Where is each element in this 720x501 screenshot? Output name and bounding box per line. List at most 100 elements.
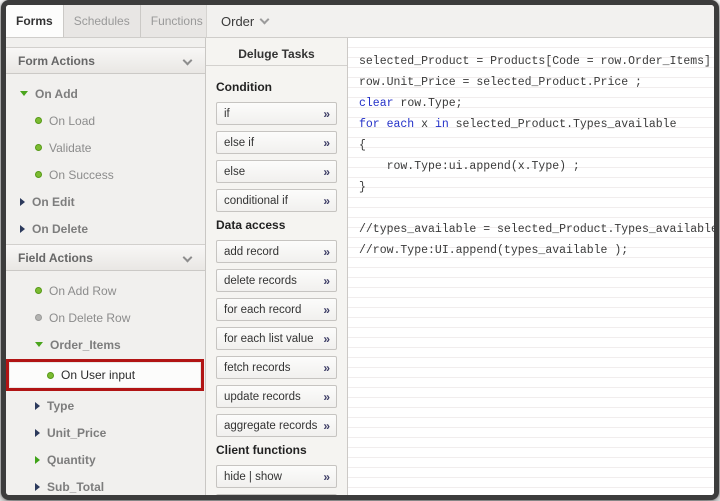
task-button-enable-disable[interactable]: enable | disable» bbox=[216, 494, 337, 495]
tree-item-label: On Load bbox=[49, 114, 95, 128]
tree-item-on-edit[interactable]: On Edit bbox=[6, 188, 205, 215]
actions-sidebar: Form Actions On Add On Load Validate On Succ… bbox=[6, 38, 206, 495]
double-arrow-icon: » bbox=[323, 136, 329, 150]
double-arrow-icon: » bbox=[323, 245, 329, 259]
code-text: selected_Product.Types_available bbox=[449, 118, 677, 131]
tree-item-sub_total[interactable]: Sub_Total bbox=[6, 473, 205, 495]
bullet-icon bbox=[35, 171, 42, 178]
task-group-data-access: Data access bbox=[216, 218, 337, 232]
task-button-update-records[interactable]: update records» bbox=[216, 385, 337, 408]
triangle-right-icon bbox=[20, 198, 25, 206]
triangle-down-icon bbox=[20, 91, 28, 96]
tree-item-on-user-input[interactable]: On User input bbox=[6, 359, 204, 391]
section-header-form-actions[interactable]: Form Actions bbox=[6, 47, 205, 74]
tree-item-label: Validate bbox=[49, 141, 91, 155]
tree-item-on-load[interactable]: On Load bbox=[6, 107, 205, 134]
tab-schedules[interactable]: Schedules bbox=[64, 5, 141, 37]
task-button-if[interactable]: if» bbox=[216, 102, 337, 125]
task-button-label: aggregate records bbox=[224, 420, 317, 432]
chevron-down-icon bbox=[183, 56, 193, 66]
task-button-for-each-record[interactable]: for each record » bbox=[216, 298, 337, 321]
order-menu-label: Order bbox=[221, 14, 254, 29]
code-keyword: for each bbox=[359, 118, 414, 131]
deluge-tasks-title: Deluge Tasks bbox=[206, 42, 347, 66]
task-button-label: conditional if bbox=[224, 195, 288, 207]
tree-item-label: On Success bbox=[49, 168, 114, 182]
code-keyword: in bbox=[435, 118, 449, 131]
code-text: row.Type; bbox=[394, 97, 463, 110]
triangle-right-icon bbox=[35, 402, 40, 410]
double-arrow-icon: » bbox=[323, 165, 329, 179]
tree-item-quantity[interactable]: Quantity bbox=[6, 446, 205, 473]
task-button-delete-records[interactable]: delete records» bbox=[216, 269, 337, 292]
task-button-label: delete records bbox=[224, 275, 297, 287]
triangle-right-icon bbox=[35, 429, 40, 437]
tree-item-on-success[interactable]: On Success bbox=[6, 161, 205, 188]
tree-item-on-add-row[interactable]: On Add Row bbox=[6, 277, 205, 304]
code-line: //types_available = selected_Product.Typ… bbox=[359, 219, 714, 240]
chevron-down-icon bbox=[260, 14, 270, 24]
tree-item-label: Sub_Total bbox=[47, 480, 104, 494]
code-text: row.Type:ui.append(x.Type) ; bbox=[359, 160, 580, 173]
task-button-fetch-records[interactable]: fetch records» bbox=[216, 356, 337, 379]
code-line: //row.Type:UI.append(types_available ); bbox=[359, 240, 714, 261]
triangle-right-icon bbox=[20, 225, 25, 233]
tree-item-on-add[interactable]: On Add bbox=[6, 80, 205, 107]
task-button-label: if bbox=[224, 108, 230, 120]
double-arrow-icon: » bbox=[323, 194, 329, 208]
code-line: row.Type:ui.append(x.Type) ; bbox=[359, 156, 714, 177]
tree-item-order_items[interactable]: Order_Items bbox=[6, 331, 205, 358]
task-button-aggregate-records[interactable]: aggregate records » bbox=[216, 414, 337, 437]
section-title: Form Actions bbox=[18, 54, 95, 68]
triangle-right-icon bbox=[35, 456, 40, 464]
task-group-condition: Condition bbox=[216, 80, 337, 94]
task-button-label: for each record bbox=[224, 304, 301, 316]
top-bar: FormsSchedulesFunctions Order bbox=[6, 5, 714, 38]
tree-item-label: On Delete bbox=[32, 222, 88, 236]
tree-item-type[interactable]: Type bbox=[6, 392, 205, 419]
task-button-add-record[interactable]: add record» bbox=[216, 240, 337, 263]
tab-forms[interactable]: Forms bbox=[6, 5, 64, 37]
task-button-label: update records bbox=[224, 391, 301, 403]
task-button-for-each-list-value[interactable]: for each list value» bbox=[216, 327, 337, 350]
code-editor[interactable]: selected_Product = Products[Code = row.O… bbox=[348, 38, 714, 495]
task-button-label: else if bbox=[224, 137, 254, 149]
deluge-tasks-body: Conditionif»else if»else»conditional if»… bbox=[206, 66, 347, 495]
code-line: for each x in selected_Product.Types_ava… bbox=[359, 114, 714, 135]
code-text: { bbox=[359, 139, 366, 152]
tree-item-unit_price[interactable]: Unit_Price bbox=[6, 419, 205, 446]
tree-item-validate[interactable]: Validate bbox=[6, 134, 205, 161]
task-button-conditional-if[interactable]: conditional if » bbox=[216, 189, 337, 212]
code-text: } bbox=[359, 181, 366, 194]
section-tree: On Add Row On Delete Row Order_Items On Use… bbox=[6, 271, 205, 495]
bullet-icon bbox=[35, 144, 42, 151]
tree-item-label: On Add Row bbox=[49, 284, 116, 298]
triangle-right-icon bbox=[35, 483, 40, 491]
task-button-else[interactable]: else» bbox=[216, 160, 337, 183]
main-area: Form Actions On Add On Load Validate On Succ… bbox=[6, 38, 714, 495]
code-line: row.Unit_Price = selected_Product.Price … bbox=[359, 72, 714, 93]
tree-item-label: On Delete Row bbox=[49, 311, 130, 325]
code-text: selected_Product = Products[Code = row.O… bbox=[359, 55, 714, 68]
code-keyword: clear bbox=[359, 97, 394, 110]
code-line: { bbox=[359, 135, 714, 156]
tab-functions[interactable]: Functions bbox=[141, 5, 214, 37]
bullet-icon bbox=[35, 117, 42, 124]
code-line: selected_Product = Products[Code = row.O… bbox=[359, 51, 714, 72]
code-line: clear row.Type; bbox=[359, 93, 714, 114]
task-button-else-if[interactable]: else if » bbox=[216, 131, 337, 154]
tree-item-label: On User input bbox=[61, 368, 135, 382]
code-line: } bbox=[359, 177, 714, 198]
double-arrow-icon: » bbox=[323, 419, 329, 433]
double-arrow-icon: » bbox=[323, 303, 329, 317]
chevron-down-icon bbox=[183, 253, 193, 263]
code-text: //types_available = selected_Product.Typ… bbox=[359, 223, 714, 236]
tree-item-label: Quantity bbox=[47, 453, 96, 467]
task-button-hide-show[interactable]: hide | show» bbox=[216, 465, 337, 488]
tree-item-on-delete[interactable]: On Delete bbox=[6, 215, 205, 242]
section-title: Field Actions bbox=[18, 251, 93, 265]
tree-item-on-delete-row[interactable]: On Delete Row bbox=[6, 304, 205, 331]
section-header-field-actions[interactable]: Field Actions bbox=[6, 244, 205, 271]
order-menu[interactable]: Order bbox=[206, 5, 714, 37]
code-line bbox=[359, 198, 714, 219]
